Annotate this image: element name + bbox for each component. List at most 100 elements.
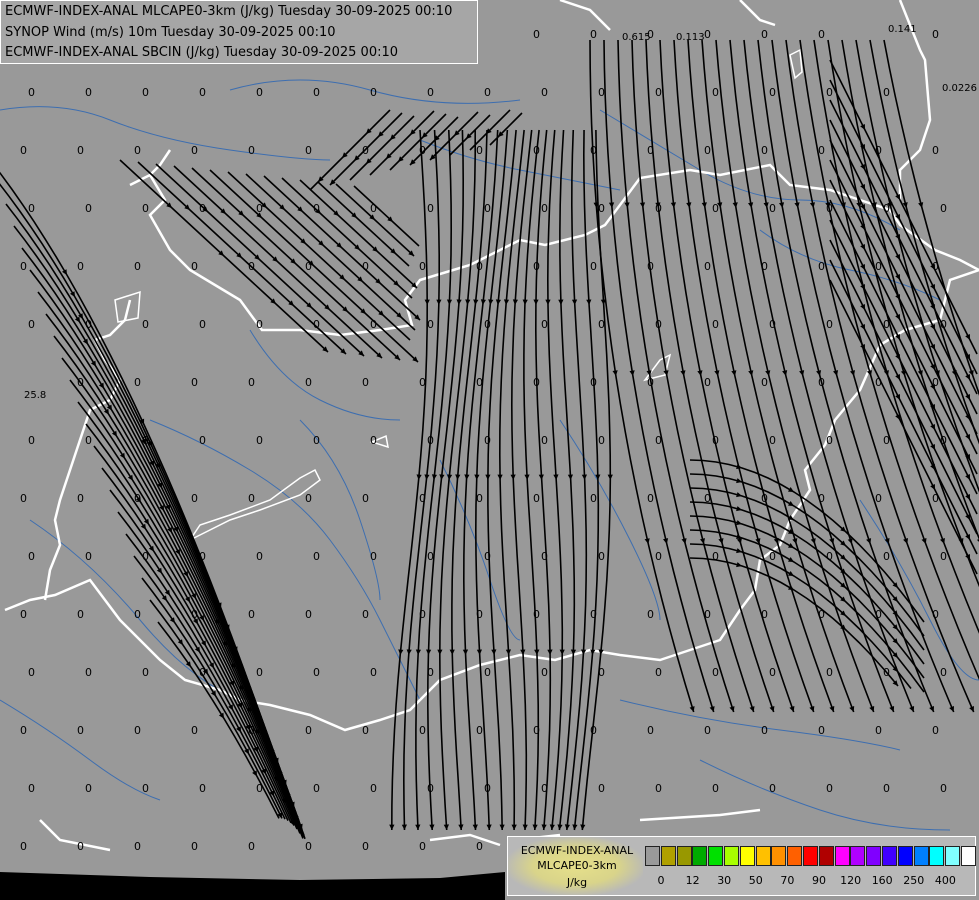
cin-zero-label: 0: [875, 492, 882, 505]
cin-zero-label: 0: [704, 492, 711, 505]
cin-zero-label: 0: [370, 434, 377, 447]
cin-zero-label: 0: [932, 492, 939, 505]
cin-zero-label: 0: [826, 202, 833, 215]
cin-zero-label: 0: [704, 144, 711, 157]
legend-swatch: [866, 846, 882, 866]
cin-zero-label: 0: [533, 608, 540, 621]
cin-zero-label: 0: [761, 608, 768, 621]
cin-zero-label: 0: [598, 550, 605, 563]
cin-zero-label: 0: [484, 86, 491, 99]
cin-zero-label: 0: [818, 492, 825, 505]
cin-zero-label: 0: [655, 782, 662, 795]
cin-zero-label: 0: [932, 724, 939, 737]
cin-zero-label: 0: [256, 318, 263, 331]
cin-zero-label: 0: [313, 202, 320, 215]
legend-swatch: [708, 846, 724, 866]
cin-zero-label: 0: [647, 260, 654, 273]
cin-zero-label: 0: [191, 724, 198, 737]
cin-zero-label: 0: [484, 782, 491, 795]
cin-zero-label: 0: [77, 260, 84, 273]
cin-zero-label: 0: [712, 202, 719, 215]
legend-swatch: [945, 846, 961, 866]
value-label-0615: 0.615: [622, 32, 651, 43]
cin-zero-label: 0: [647, 724, 654, 737]
cin-zero-label: 0: [362, 492, 369, 505]
cin-zero-label: 0: [370, 782, 377, 795]
cin-zero-label: 0: [647, 492, 654, 505]
cin-zero-label: 0: [598, 434, 605, 447]
cin-zero-label: 0: [199, 434, 206, 447]
cin-zero-label: 0: [313, 782, 320, 795]
cin-zero-label: 0: [77, 144, 84, 157]
cin-zero-label: 0: [191, 144, 198, 157]
cin-zero-label: 0: [704, 608, 711, 621]
cin-zero-label: 0: [248, 492, 255, 505]
legend-swatch: [961, 846, 976, 866]
legend-tick-label: 12: [685, 874, 700, 887]
legend-swatch: [771, 846, 787, 866]
legend-swatch: [803, 846, 818, 866]
cin-zero-label: 0: [875, 260, 882, 273]
cin-zero-label: 0: [85, 86, 92, 99]
cin-zero-label: 0: [932, 144, 939, 157]
cin-zero-label: 0: [769, 550, 776, 563]
cin-zero-label: 0: [590, 492, 597, 505]
cin-zero-label: 0: [142, 86, 149, 99]
cin-zero-label: 0: [647, 608, 654, 621]
cin-zero-label: 0: [77, 608, 84, 621]
title-line-cape: ECMWF-INDEX-ANAL MLCAPE0-3km (J/kg) Tues…: [5, 4, 453, 19]
legend-swatch: [755, 846, 771, 866]
cin-zero-label: 0: [883, 202, 890, 215]
cin-zero-label: 0: [370, 202, 377, 215]
cin-zero-label: 0: [712, 318, 719, 331]
cin-zero-label: 0: [20, 260, 27, 273]
cin-zero-label: 0: [142, 202, 149, 215]
cin-zero-label: 0: [476, 376, 483, 389]
cin-zero-label: 0: [427, 782, 434, 795]
cin-zero-label: 0: [20, 608, 27, 621]
cin-zero-label: 0: [940, 434, 947, 447]
cin-zero-label: 0: [655, 202, 662, 215]
cin-zero-label: 0: [818, 144, 825, 157]
cin-zero-label: 0: [28, 782, 35, 795]
cin-zero-label: 0: [826, 550, 833, 563]
cin-zero-label: 0: [419, 608, 426, 621]
cin-zero-label: 0: [134, 376, 141, 389]
cin-zero-label: 0: [419, 840, 426, 853]
cin-zero-label: 0: [883, 782, 890, 795]
cin-zero-label: 0: [484, 434, 491, 447]
cin-zero-label: 0: [712, 434, 719, 447]
cin-zero-label: 0: [248, 724, 255, 737]
legend-swatch: [929, 846, 945, 866]
cin-zero-label: 0: [134, 724, 141, 737]
cin-zero-label: 0: [313, 86, 320, 99]
cin-zero-label: 0: [28, 202, 35, 215]
legend-tick-label: 50: [748, 874, 763, 887]
cin-zero-label: 0: [769, 434, 776, 447]
cin-zero-label: 0: [647, 144, 654, 157]
cin-zero-label: 0: [191, 492, 198, 505]
cin-zero-label: 0: [940, 782, 947, 795]
cin-zero-label: 0: [761, 28, 768, 41]
cin-zero-label: 0: [826, 666, 833, 679]
cin-zero-label: 0: [769, 782, 776, 795]
cin-zero-label: 0: [85, 202, 92, 215]
legend-tick-label: 120: [840, 874, 862, 887]
cin-zero-label: 0: [370, 666, 377, 679]
cin-zero-label: 0: [533, 28, 540, 41]
cin-zero-label: 0: [28, 86, 35, 99]
cin-zero-label: 0: [362, 260, 369, 273]
cin-zero-label: 0: [313, 318, 320, 331]
cin-zero-label: 0: [370, 86, 377, 99]
cin-zero-label: 0: [248, 840, 255, 853]
cin-zero-label: 0: [598, 86, 605, 99]
cin-zero-label: 0: [761, 724, 768, 737]
cin-zero-label: 0: [769, 202, 776, 215]
cin-zero-label: 0: [533, 260, 540, 273]
title-line-cin: ECMWF-INDEX-ANAL SBCIN (J/kg) Tuesday 30…: [5, 45, 399, 60]
cin-zero-label: 0: [419, 144, 426, 157]
cin-zero-label: 0: [313, 550, 320, 563]
cin-zero-label: 0: [191, 376, 198, 389]
cin-zero-label: 0: [476, 492, 483, 505]
cin-zero-label: 0: [427, 666, 434, 679]
